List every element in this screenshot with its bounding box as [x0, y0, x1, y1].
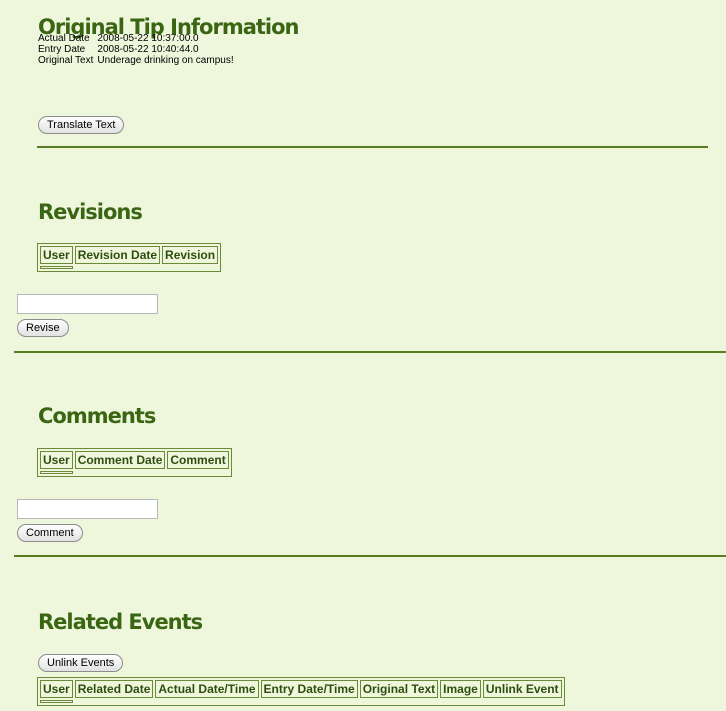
column-header-comment-date: Comment Date [74, 451, 166, 469]
column-header-revision: Revision [162, 246, 219, 264]
column-header-related-date: Related Date [74, 680, 154, 698]
revision-input[interactable] [17, 294, 158, 314]
info-label: Entry Date [38, 44, 86, 55]
info-label: Actual Date [38, 33, 90, 44]
empty-cell [40, 700, 73, 703]
revisions-empty-row [40, 266, 218, 269]
info-value: Underage drinking on campus! [97, 55, 234, 66]
comments-heading: Comments [38, 404, 156, 428]
column-header-unlink-event: Unlink Event [482, 680, 562, 698]
column-header-user: User [40, 246, 73, 264]
related-events-header-row: User Related Date Actual Date/Time Entry… [40, 680, 562, 698]
tip-detail-page: Original Tip Information Actual Date 200… [0, 0, 726, 711]
unlink-events-button[interactable]: Unlink Events [38, 654, 124, 672]
section-divider [14, 555, 726, 557]
translate-text-button[interactable]: Translate Text [38, 116, 125, 134]
column-header-user: User [40, 451, 73, 469]
section-divider [37, 146, 708, 148]
related-events-empty-row [40, 700, 562, 703]
column-header-user: User [40, 680, 73, 698]
empty-cell [40, 471, 73, 474]
comment-button[interactable]: Comment [17, 524, 83, 542]
revisions-table: User Revision Date Revision [37, 243, 222, 272]
revisions-header-row: User Revision Date Revision [40, 246, 219, 264]
related-events-table: User Related Date Actual Date/Time Entry… [37, 677, 565, 706]
column-header-actual-datetime: Actual Date/Time [155, 680, 259, 698]
info-value: 2008-05-22 10:40:44.0 [97, 44, 199, 55]
column-header-revision-date: Revision Date [74, 246, 161, 264]
empty-cell [40, 266, 73, 269]
revisions-heading: Revisions [38, 200, 143, 224]
comment-input[interactable] [17, 499, 158, 519]
info-row-actual-date: Actual Date 2008-05-22 10:37:00.0 [38, 33, 238, 44]
info-row-entry-date: Entry Date 2008-05-22 10:40:44.0 [38, 44, 238, 55]
info-value: 2008-05-22 10:37:00.0 [97, 33, 199, 44]
column-header-original-text: Original Text [359, 680, 439, 698]
comments-empty-row [40, 471, 229, 474]
comments-table: User Comment Date Comment [37, 448, 232, 477]
column-header-image: Image [440, 680, 481, 698]
info-row-original-text: Original Text Underage drinking on campu… [38, 55, 238, 66]
column-header-comment: Comment [167, 451, 229, 469]
tip-info-table: Actual Date 2008-05-22 10:37:00.0 Entry … [38, 33, 238, 66]
revise-button[interactable]: Revise [17, 319, 69, 337]
comments-header-row: User Comment Date Comment [40, 451, 229, 469]
section-divider [14, 351, 726, 353]
info-label: Original Text [38, 55, 94, 66]
column-header-entry-datetime: Entry Date/Time [260, 680, 358, 698]
related-events-heading: Related Events [38, 610, 203, 634]
